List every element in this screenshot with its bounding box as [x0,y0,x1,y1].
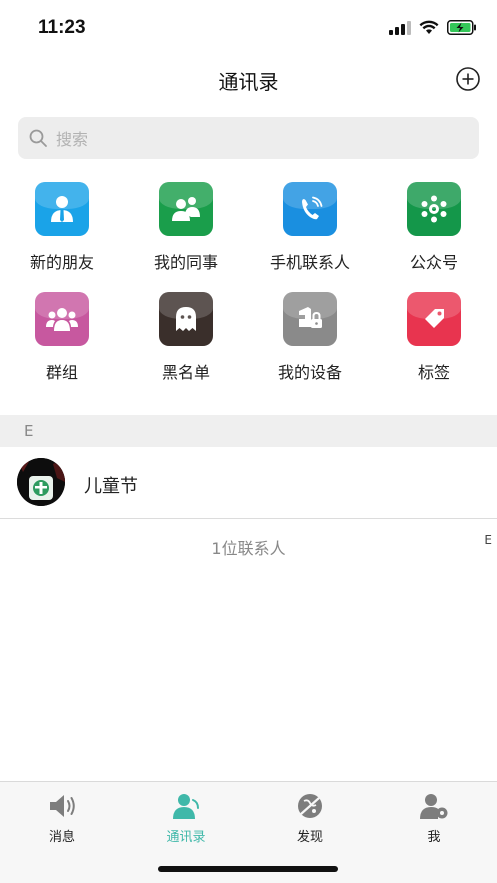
tab-me[interactable]: 我 [372,792,496,845]
section-letter: E [24,422,34,440]
status-icons [389,20,477,35]
official-accounts-icon [407,182,461,236]
status-bar: 11:23 [0,0,497,56]
tab-label: 发现 [296,830,323,845]
tab-label: 我 [427,830,441,845]
cellular-signal-icon [389,20,411,35]
shortcut-my-devices[interactable]: 我的设备 [248,292,372,383]
tab-label: 通讯录 [166,830,206,845]
home-indicator [158,866,338,872]
shortcut-label: 群组 [45,363,78,382]
phone-contacts-icon [283,182,337,236]
shortcut-label: 手机联系人 [269,253,350,272]
search-icon [29,129,47,147]
tab-label: 消息 [48,830,75,845]
tab-discover[interactable]: 发现 [248,792,372,845]
shortcut-new-friends[interactable]: 新的朋友 [0,182,124,273]
avatar [17,458,65,506]
speaker-icon [50,795,75,817]
contact-row[interactable]: 儿童节 [0,447,497,519]
status-time: 11:23 [38,17,86,38]
profile-settings-icon [420,794,448,819]
shortcut-blacklist[interactable]: 黑名单 [124,292,248,383]
tab-messages[interactable]: 消息 [0,792,124,845]
shortcut-phone-contacts[interactable]: 手机联系人 [248,182,372,273]
groups-icon [35,292,89,346]
discover-icon [298,794,322,818]
index-bar-letter[interactable]: E [484,533,492,547]
battery-charging-icon [447,20,476,35]
shortcut-tags[interactable]: 标签 [372,292,496,383]
add-icon[interactable] [455,66,481,92]
section-header: E [0,415,497,447]
shortcut-label: 新的朋友 [29,253,94,272]
shortcut-label: 黑名单 [161,363,210,382]
shortcut-groups[interactable]: 群组 [0,292,124,383]
tag-icon [407,292,461,346]
contacts-icon [173,794,199,819]
wifi-icon [419,20,439,34]
shortcut-official-accounts[interactable]: 公众号 [372,182,496,273]
tab-contacts[interactable]: 通讯录 [124,792,248,845]
contact-count: 1位联系人 [211,539,286,558]
new-friends-icon [35,182,89,236]
search-placeholder: 搜索 [56,130,89,149]
page-title: 通讯录 [218,70,279,94]
shortcut-label: 我的设备 [277,363,342,382]
contact-name: 儿童节 [84,476,138,497]
shortcut-label: 标签 [417,363,450,382]
search-input[interactable]: 搜索 [18,117,479,159]
shortcut-label: 我的同事 [153,253,218,272]
ghost-icon [159,292,213,346]
device-lock-icon [283,292,337,346]
navigation-bar: 通讯录 [0,56,497,104]
shortcut-label: 公众号 [409,253,458,272]
colleagues-icon [159,182,213,236]
shortcut-colleagues[interactable]: 我的同事 [124,182,248,273]
